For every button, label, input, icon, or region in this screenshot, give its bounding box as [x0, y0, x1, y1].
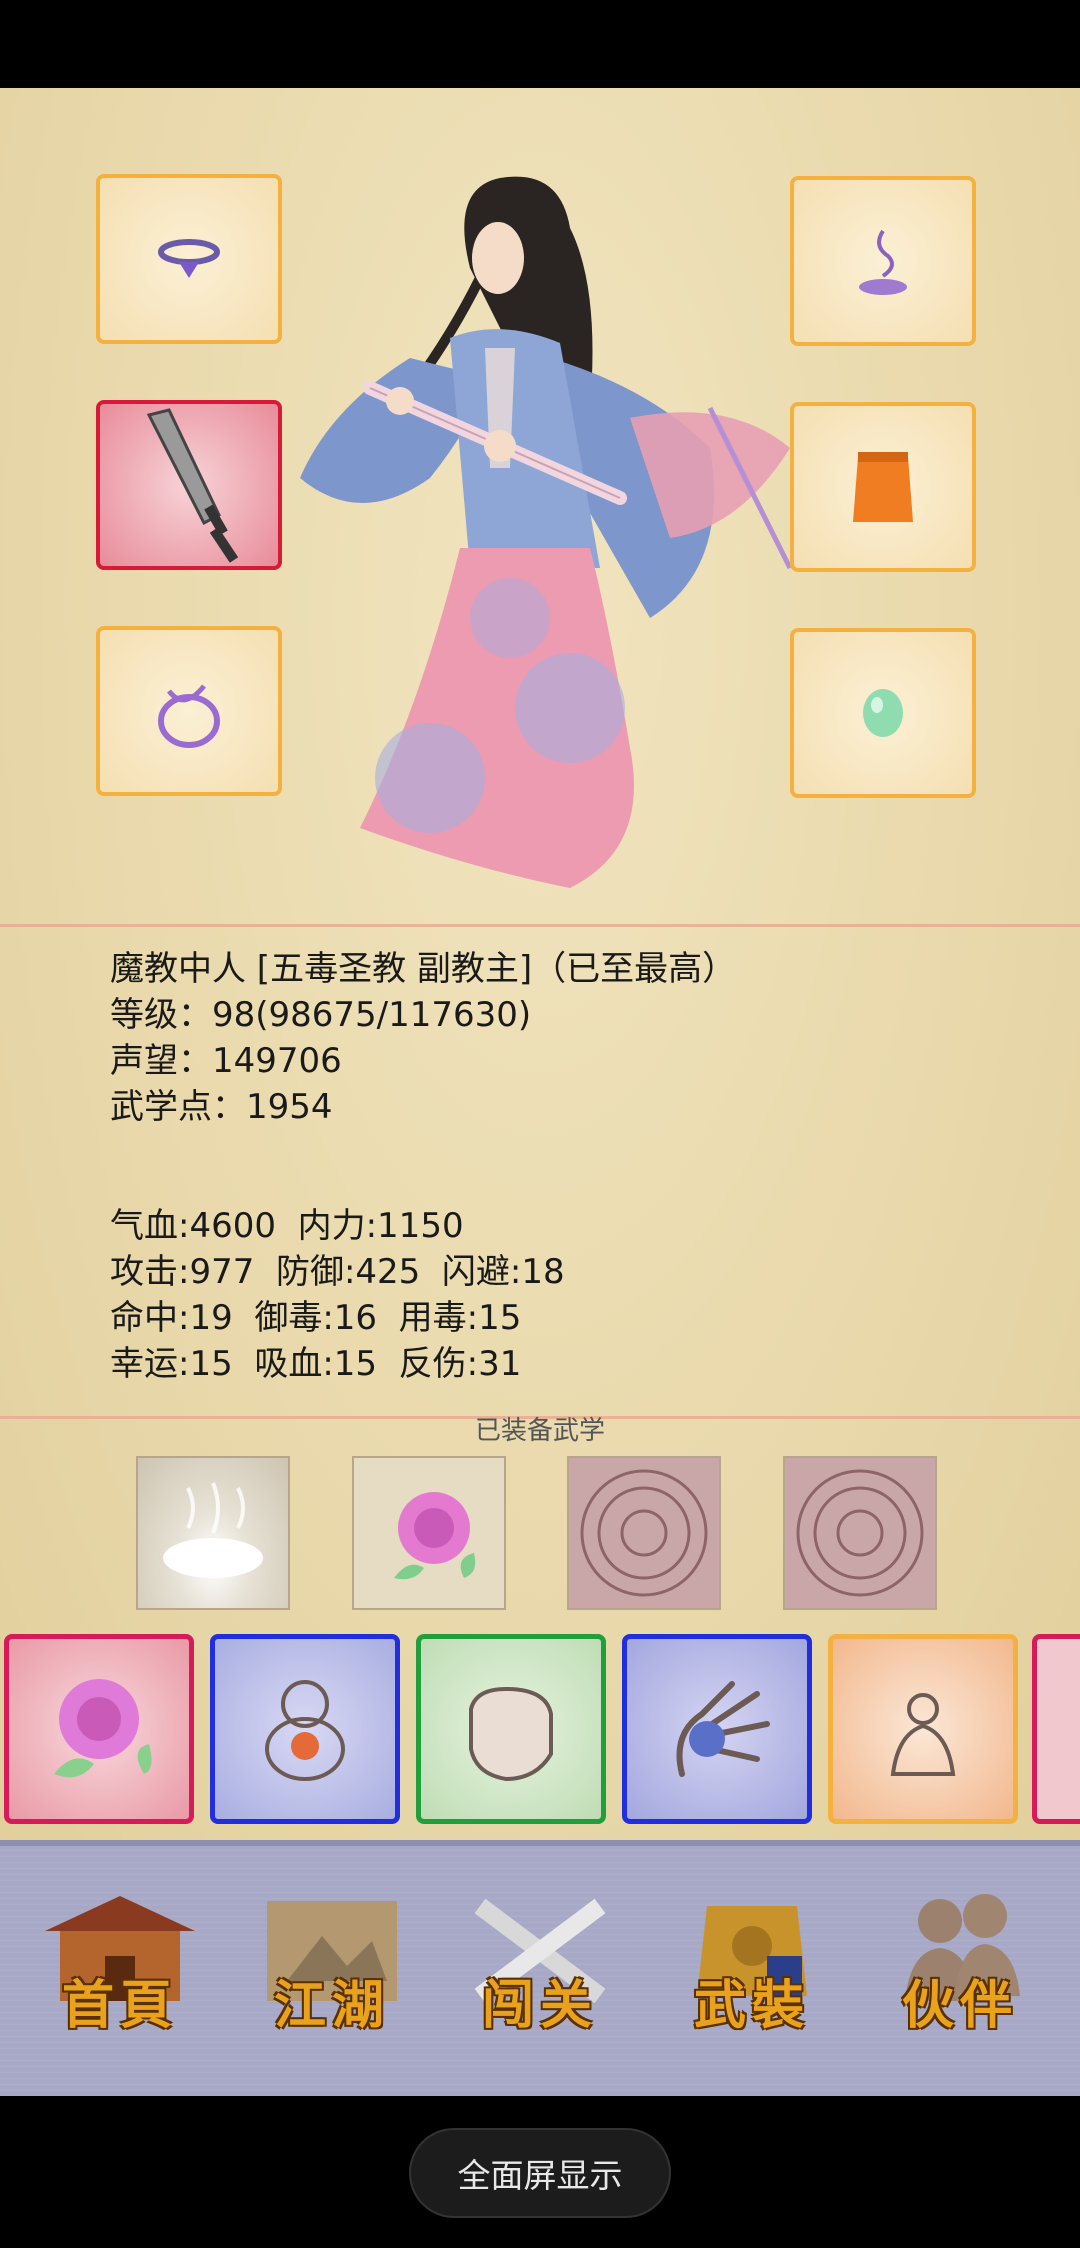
armor-icon — [853, 452, 913, 522]
equip-slot-hat[interactable] — [790, 176, 976, 346]
necklace-icon — [158, 239, 220, 278]
equipped-martial-3-empty[interactable] — [567, 1456, 721, 1610]
rose-icon — [54, 1679, 152, 1778]
equipped-martial-1[interactable] — [136, 1456, 290, 1610]
stats-row-1: 气血:4600 内力:1150 — [110, 1206, 464, 1246]
skill-meditation[interactable] — [828, 1634, 1018, 1824]
skill-rose[interactable] — [4, 1634, 194, 1824]
equip-slot-armor[interactable] — [790, 402, 976, 572]
meditation-icon — [890, 1693, 956, 1776]
fullscreen-button[interactable]: 全面屏显示 — [409, 2128, 671, 2218]
jade-icon — [863, 689, 903, 737]
skill-list[interactable] — [0, 1630, 1080, 1830]
nav-chuangguan[interactable]: 闯关 — [455, 1886, 625, 2056]
sun-stone-icon — [580, 1469, 708, 1597]
stats-row-3: 命中:19 御毒:16 用毒:15 — [110, 1298, 522, 1338]
character-title: 魔教中人 [五毒圣教 副教主]（已至最高） — [110, 949, 737, 989]
character-prestige: 声望：149706 — [110, 1041, 342, 1081]
stats-row-2: 攻击:977 防御:425 闪避:18 — [110, 1252, 565, 1292]
equipped-martial-4-empty[interactable] — [783, 1456, 937, 1610]
skill-fist[interactable] — [416, 1634, 606, 1824]
divider-top — [0, 924, 1080, 927]
nav-home-label: 首頁 — [61, 1975, 178, 2036]
skill-partial[interactable] — [1032, 1634, 1080, 1824]
rose-icon — [394, 1492, 476, 1580]
skill-palm[interactable] — [622, 1634, 812, 1824]
mist-icon — [163, 1482, 263, 1578]
character-level: 等级：98(98675/117630) — [110, 995, 532, 1035]
ring-icon — [158, 684, 220, 748]
stats-row-4: 幸运:15 吸血:15 反伤:31 — [110, 1344, 522, 1384]
broadsword-icon — [146, 408, 239, 563]
equip-slot-accessory[interactable] — [790, 628, 976, 798]
equipped-martial-2[interactable] — [352, 1456, 506, 1610]
status-bar — [0, 0, 1080, 88]
gourd-icon — [265, 1680, 345, 1781]
character-illustration — [300, 176, 793, 888]
equip-slot-necklace[interactable] — [96, 174, 282, 344]
skill-gourd[interactable] — [210, 1634, 400, 1824]
nav-partner-label: 伙伴 — [901, 1975, 1018, 2036]
sun-stone-icon — [796, 1469, 924, 1597]
nav-jianghu[interactable]: 江湖 — [247, 1886, 417, 2056]
nav-partner[interactable]: 伙伴 — [875, 1886, 1045, 2056]
bottom-nav: 首頁 江湖 闯关 武裝 伙伴 — [0, 1840, 1080, 2096]
nav-chuangguan-label: 闯关 — [481, 1975, 598, 2036]
incense-icon — [859, 229, 907, 295]
nav-home[interactable]: 首頁 — [35, 1886, 205, 2056]
nav-jianghu-label: 江湖 — [273, 1975, 390, 2036]
equip-slot-ring[interactable] — [96, 626, 282, 796]
equip-slot-weapon[interactable] — [96, 400, 282, 570]
nav-wuzhuang[interactable]: 武裝 — [667, 1886, 837, 2056]
character-martial-points: 武学点：1954 — [110, 1087, 333, 1127]
fist-icon — [469, 1686, 553, 1782]
character-panel: 魔教中人 [五毒圣教 副教主]（已至最高） 等级：98(98675/117630… — [0, 88, 1080, 1840]
equipped-martial-label: 已装备武学 — [474, 1416, 605, 1446]
palm-icon — [676, 1681, 770, 1777]
nav-wuzhuang-label: 武裝 — [693, 1975, 810, 2036]
